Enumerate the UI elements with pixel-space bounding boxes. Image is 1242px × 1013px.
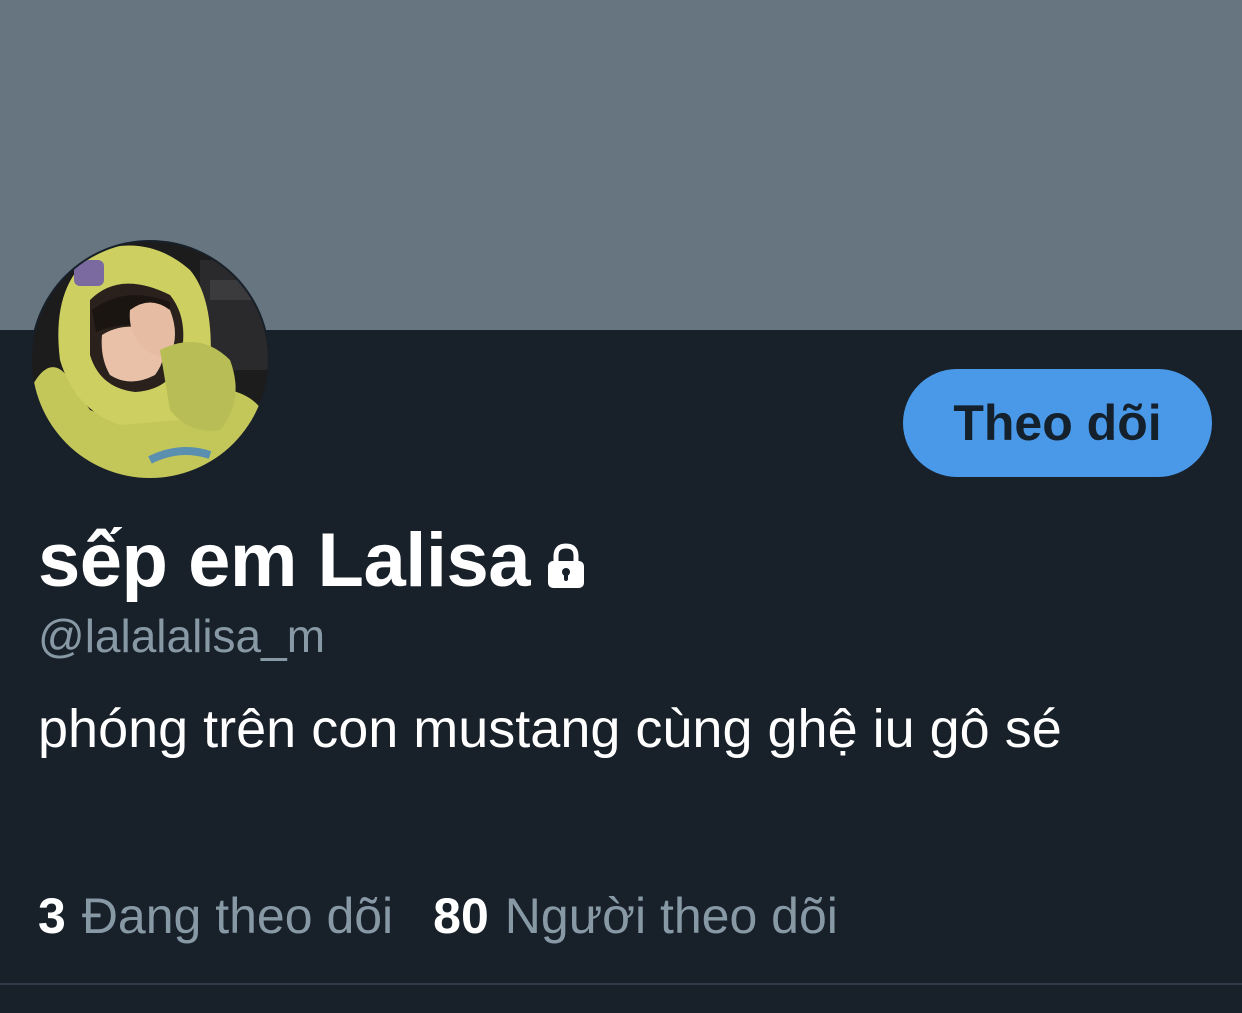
profile-handle: @lalalalisa_m bbox=[38, 610, 326, 662]
following-label: Đang theo dõi bbox=[81, 888, 394, 944]
follow-button[interactable]: Theo dõi bbox=[903, 369, 1212, 477]
avatar[interactable] bbox=[30, 240, 270, 480]
profile-bio: phóng trên con mustang cùng ghệ iu gô sé bbox=[38, 699, 1062, 759]
followers-count: 80 bbox=[433, 888, 489, 944]
name-row: sếp em Lalisa bbox=[38, 518, 590, 604]
divider bbox=[0, 983, 1242, 985]
followers-label: Người theo dõi bbox=[504, 888, 838, 944]
lock-icon bbox=[542, 542, 590, 590]
display-name: sếp em Lalisa bbox=[38, 518, 531, 603]
following-count: 3 bbox=[38, 888, 66, 944]
following-stat[interactable]: 3 Đang theo dõi bbox=[38, 886, 393, 946]
avatar-image bbox=[32, 242, 268, 478]
followers-stat[interactable]: 80 Người theo dõi bbox=[433, 886, 838, 946]
profile-stats: 3 Đang theo dõi 80 Người theo dõi bbox=[38, 886, 838, 946]
